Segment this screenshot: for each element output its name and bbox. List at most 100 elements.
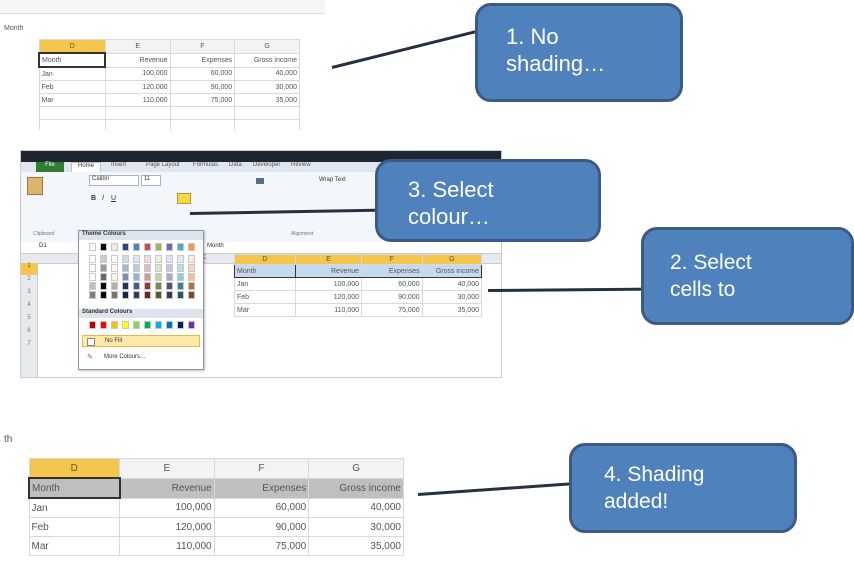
colour-swatch[interactable] xyxy=(166,273,173,281)
cell[interactable]: Mar xyxy=(234,303,296,317)
colour-swatch[interactable] xyxy=(133,291,140,299)
column-header-f[interactable]: F xyxy=(361,254,423,265)
colour-swatch[interactable] xyxy=(133,273,140,281)
colour-swatch[interactable] xyxy=(144,321,151,329)
column-header-g[interactable]: G xyxy=(421,254,483,265)
header-cell-gross-income[interactable]: Gross income xyxy=(234,52,300,68)
colour-swatch[interactable] xyxy=(144,255,151,263)
colour-swatch[interactable] xyxy=(144,243,151,251)
header-cell-month[interactable]: Month xyxy=(37,52,107,68)
italic-button[interactable]: I xyxy=(102,195,104,202)
colour-swatch[interactable] xyxy=(166,255,173,263)
colour-swatch[interactable] xyxy=(188,291,195,299)
colour-swatch[interactable] xyxy=(122,282,129,290)
cell[interactable]: 60,000 xyxy=(169,66,236,81)
colour-swatch[interactable] xyxy=(155,255,162,263)
row-number[interactable]: 7 xyxy=(21,341,37,347)
colour-swatch[interactable] xyxy=(188,243,195,251)
column-header-e[interactable]: E xyxy=(294,254,363,265)
name-box[interactable]: D1 xyxy=(39,243,47,249)
align-center-icon[interactable] xyxy=(256,178,264,184)
colour-swatch[interactable] xyxy=(133,321,140,329)
font-name-box[interactable]: Calibri xyxy=(89,175,139,186)
colour-swatch[interactable] xyxy=(177,282,184,290)
tab-data[interactable]: Data xyxy=(229,162,242,168)
colour-swatch[interactable] xyxy=(100,243,107,251)
colour-swatch[interactable] xyxy=(188,255,195,263)
colour-swatch[interactable] xyxy=(111,264,118,272)
header-cell-month[interactable]: Month xyxy=(234,264,296,278)
cell[interactable]: Jan xyxy=(38,66,106,81)
colour-swatch[interactable] xyxy=(166,282,173,290)
colour-swatch[interactable] xyxy=(155,243,162,251)
cell[interactable]: 35,000 xyxy=(308,536,404,556)
cell[interactable]: 40,000 xyxy=(234,66,300,81)
column-header-d[interactable]: D xyxy=(38,39,106,54)
cell[interactable]: 60,000 xyxy=(213,497,310,518)
column-header-f[interactable]: F xyxy=(169,39,236,54)
cell[interactable]: 90,000 xyxy=(169,80,236,94)
colour-swatch[interactable] xyxy=(100,255,107,263)
colour-swatch[interactable] xyxy=(111,321,118,329)
colour-swatch[interactable] xyxy=(155,273,162,281)
colour-swatch[interactable] xyxy=(188,282,195,290)
font-size-box[interactable]: 11 xyxy=(141,175,161,186)
cell[interactable]: 35,000 xyxy=(421,303,483,317)
column-header-g[interactable]: G xyxy=(234,39,300,54)
tab-formulas[interactable]: Formulas xyxy=(193,162,218,168)
tab-insert[interactable]: Insert xyxy=(111,162,126,168)
colour-swatch[interactable] xyxy=(166,321,173,329)
cell[interactable]: 40,000 xyxy=(308,497,404,518)
colour-swatch[interactable] xyxy=(122,243,129,251)
cell[interactable]: Mar xyxy=(28,536,121,556)
colour-swatch[interactable] xyxy=(177,291,184,299)
colour-swatch[interactable] xyxy=(100,291,107,299)
colour-swatch[interactable] xyxy=(177,255,184,263)
cell[interactable]: Feb xyxy=(28,517,121,537)
paste-icon[interactable] xyxy=(27,177,43,195)
colour-swatch[interactable] xyxy=(144,282,151,290)
column-header-f[interactable]: F xyxy=(213,458,310,479)
cell[interactable]: 75,000 xyxy=(169,93,236,107)
tab-developer[interactable]: Developer xyxy=(253,162,280,168)
header-cell-revenue[interactable]: Revenue xyxy=(294,264,363,278)
header-cell-gross-income[interactable]: Gross income xyxy=(308,477,404,499)
colour-swatch[interactable] xyxy=(111,291,118,299)
cell[interactable]: 100,000 xyxy=(104,66,171,81)
colour-swatch[interactable] xyxy=(89,282,96,290)
more-colours-option[interactable]: ✎ More Colours... xyxy=(82,351,200,363)
colour-swatch[interactable] xyxy=(89,264,96,272)
colour-swatch[interactable] xyxy=(100,282,107,290)
colour-swatch[interactable] xyxy=(166,291,173,299)
header-cell-gross-income[interactable]: Gross income xyxy=(421,264,483,278)
colour-swatch[interactable] xyxy=(122,264,129,272)
colour-swatch[interactable] xyxy=(155,282,162,290)
fill-colour-button[interactable] xyxy=(177,193,191,204)
cell[interactable]: 120,000 xyxy=(119,517,215,537)
colour-swatch[interactable] xyxy=(188,321,195,329)
cell[interactable]: Jan xyxy=(28,497,121,518)
row-number[interactable]: 3 xyxy=(21,289,37,295)
column-header-d[interactable]: D xyxy=(234,254,296,265)
colour-swatch[interactable] xyxy=(111,273,118,281)
colour-swatch[interactable] xyxy=(177,243,184,251)
colour-swatch[interactable] xyxy=(100,273,107,281)
cell[interactable]: 60,000 xyxy=(361,277,423,291)
colour-swatch[interactable] xyxy=(144,273,151,281)
header-cell-expenses[interactable]: Expenses xyxy=(169,52,236,68)
cell[interactable]: 40,000 xyxy=(421,277,483,291)
colour-swatch[interactable] xyxy=(89,243,96,251)
cell[interactable]: Feb xyxy=(234,290,296,304)
colour-swatch[interactable] xyxy=(100,321,107,329)
row-number[interactable]: 5 xyxy=(21,315,37,321)
cell[interactable]: 30,000 xyxy=(308,517,404,537)
colour-swatch[interactable] xyxy=(89,321,96,329)
colour-swatch[interactable] xyxy=(111,243,118,251)
colour-swatch[interactable] xyxy=(89,255,96,263)
colour-swatch[interactable] xyxy=(155,291,162,299)
row-number[interactable]: 6 xyxy=(21,328,37,334)
cell[interactable]: Feb xyxy=(38,80,106,94)
colour-swatch[interactable] xyxy=(111,255,118,263)
colour-swatch[interactable] xyxy=(100,264,107,272)
colour-swatch[interactable] xyxy=(122,291,129,299)
